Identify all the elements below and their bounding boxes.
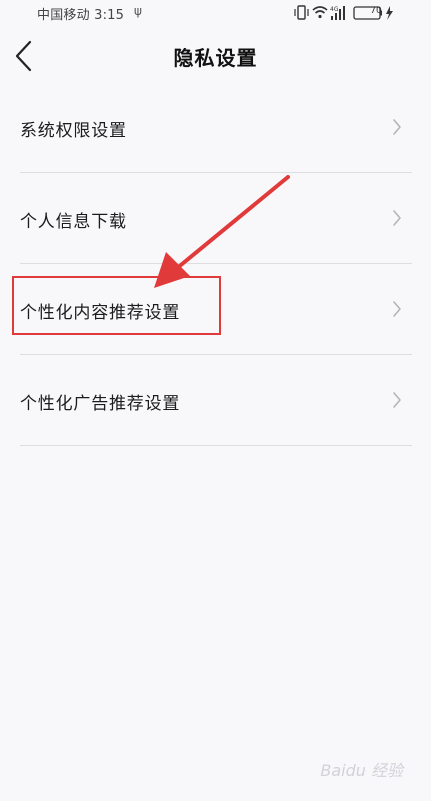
- menu-item-label: 个性化广告推荐设置: [20, 394, 181, 414]
- signal-icon: 4G: [330, 6, 345, 20]
- watermark: Baidu 经验: [320, 761, 403, 780]
- header: 隐私设置: [0, 28, 431, 84]
- status-bar: 中国移动 3:15 ψ 4G 70: [0, 0, 431, 26]
- battery-level: 70: [370, 6, 382, 16]
- menu-item-content-recommendation[interactable]: 个性化内容推荐设置: [20, 264, 412, 355]
- wifi-icon: [312, 6, 328, 19]
- menu-item-system-permissions[interactable]: 系统权限设置: [20, 82, 412, 173]
- menu-item-label: 个性化内容推荐设置: [20, 303, 181, 323]
- menu-item-ad-recommendation[interactable]: 个性化广告推荐设置: [20, 355, 412, 446]
- charging-icon: [386, 6, 393, 20]
- vibrate-icon: [294, 5, 309, 20]
- svg-text:4G: 4G: [330, 6, 339, 13]
- chevron-right-icon: [393, 301, 401, 317]
- chevron-right-icon: [393, 210, 401, 226]
- menu-item-label: 系统权限设置: [20, 121, 127, 141]
- usb-icon: ψ: [134, 4, 142, 18]
- carrier-time: 中国移动 3:15: [37, 8, 125, 23]
- menu-item-personal-info-download[interactable]: 个人信息下载: [20, 173, 412, 264]
- page-title: 隐私设置: [173, 46, 258, 70]
- menu-item-label: 个人信息下载: [20, 212, 127, 232]
- chevron-right-icon: [393, 119, 401, 135]
- settings-list: 系统权限设置 个人信息下载 个性化内容推荐设置 个性化广告推荐设置: [20, 82, 412, 446]
- chevron-right-icon: [393, 392, 401, 408]
